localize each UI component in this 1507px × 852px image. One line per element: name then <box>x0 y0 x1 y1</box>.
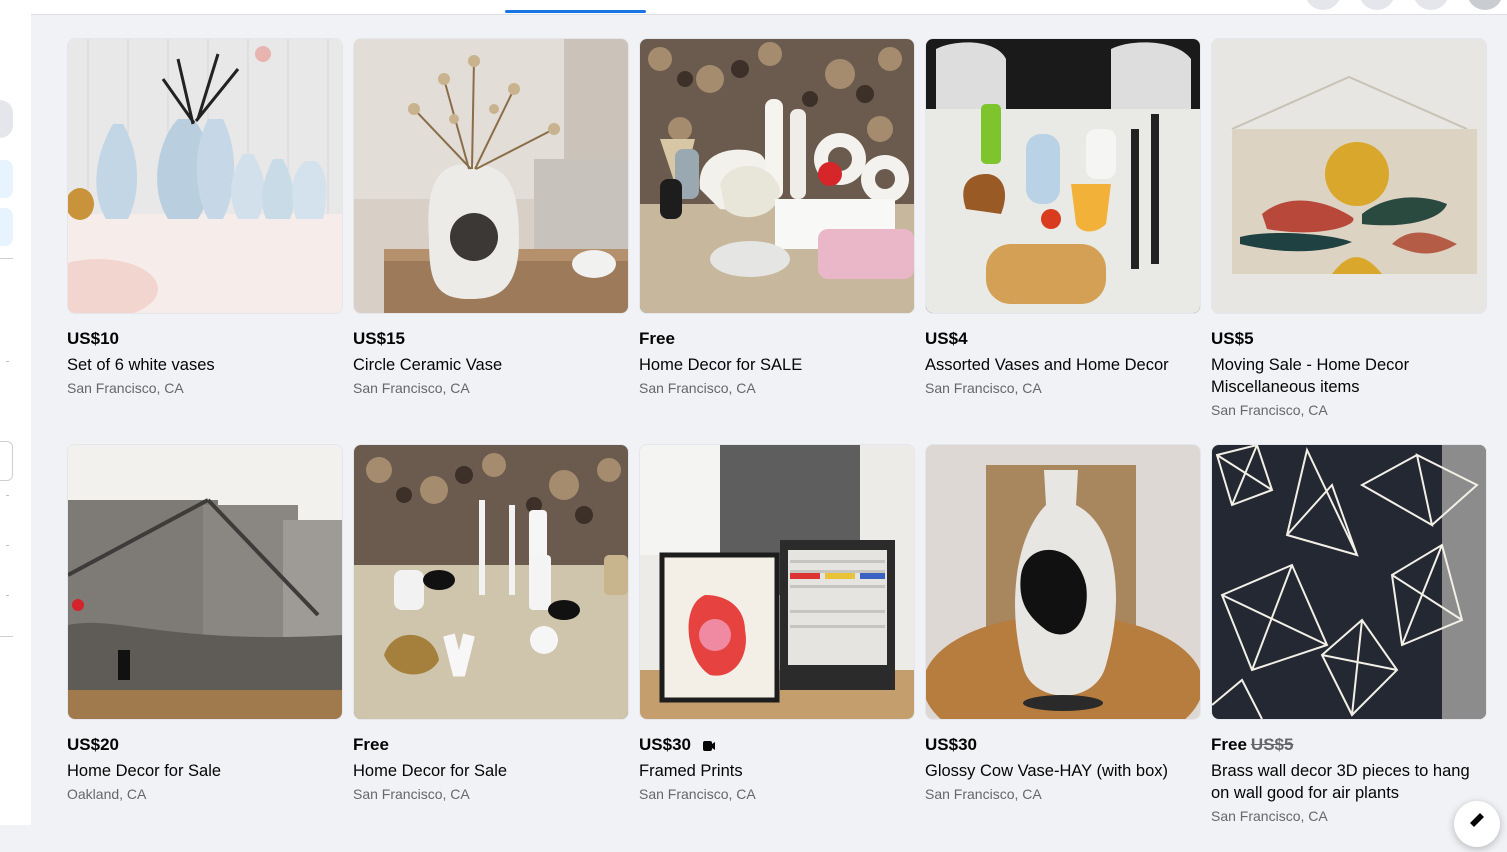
listing-location: Oakland, CA <box>67 786 147 802</box>
avatar[interactable] <box>1467 0 1503 10</box>
listing-photo[interactable] <box>925 444 1201 720</box>
listing-location: San Francisco, CA <box>1211 402 1328 418</box>
listing-location: San Francisco, CA <box>925 786 1042 802</box>
listing-location: San Francisco, CA <box>1211 808 1328 824</box>
notifications-icon[interactable] <box>1413 0 1449 10</box>
listing-card[interactable]: US$5 Moving Sale - Home Decor Miscellane… <box>1211 38 1487 420</box>
sidebar <box>0 14 31 825</box>
listing-location: San Francisco, CA <box>639 380 756 396</box>
listing-location: San Francisco, CA <box>353 380 470 396</box>
listing-photo[interactable] <box>353 38 629 314</box>
listing-price: US$30 <box>925 735 977 754</box>
listing-title: Framed Prints <box>639 762 743 780</box>
listing-title: Home Decor for Sale <box>353 762 508 780</box>
menu-icon[interactable] <box>1305 0 1341 10</box>
listing-price: Free <box>1211 735 1247 754</box>
listing-price: Free <box>353 735 389 754</box>
listing-title: Home Decor for Sale <box>67 762 222 780</box>
active-tab-indicator <box>505 10 646 13</box>
listing-photo[interactable] <box>1211 444 1487 720</box>
sidebar-search[interactable] <box>0 100 13 138</box>
video-icon <box>702 740 715 751</box>
listing-original-price: US$5 <box>1250 735 1294 754</box>
listing-card[interactable]: US$20 Home Decor for Sale Oakland, CA <box>67 444 343 804</box>
listing-card[interactable]: US$30 Framed Prints San Francisco, CA <box>639 444 915 804</box>
listing-price: US$20 <box>67 735 119 754</box>
listing-price: Free <box>639 329 675 348</box>
listing-title: Circle Ceramic Vase <box>353 356 503 374</box>
listing-title: Glossy Cow Vase-HAY (with box) <box>925 762 1168 780</box>
sidebar-divider <box>0 636 13 637</box>
listing-photo[interactable] <box>1211 38 1487 314</box>
sidebar-item-browse-all[interactable] <box>0 160 13 198</box>
listing-title: Assorted Vases and Home Decor <box>925 356 1169 374</box>
listing-card[interactable]: Free US$5 Brass wall decor 3D pieces to h… <box>1211 444 1487 826</box>
listing-card[interactable]: Free Home Decor for Sale San Francisco, … <box>353 444 629 804</box>
listing-title: Brass wall decor 3D pieces to hang on wa… <box>1211 762 1470 802</box>
listing-price: US$5 <box>1211 329 1254 348</box>
listing-photo[interactable] <box>639 444 915 720</box>
listing-card[interactable]: US$10 Set of 6 white vases San Francisco… <box>67 38 343 398</box>
listing-price: US$30 <box>639 735 691 754</box>
sidebar-divider <box>0 258 13 259</box>
listing-photo[interactable] <box>67 444 343 720</box>
sidebar-create-listing-button[interactable] <box>0 441 13 481</box>
sidebar-item-marker <box>6 545 9 546</box>
sidebar-item-marker <box>6 495 9 496</box>
messenger-icon[interactable] <box>1359 0 1395 10</box>
listing-photo[interactable] <box>639 38 915 314</box>
listing-location: San Francisco, CA <box>67 380 184 396</box>
listing-photo[interactable] <box>67 38 343 314</box>
listing-card[interactable]: US$30 Glossy Cow Vase-HAY (with box) San… <box>925 444 1201 804</box>
compose-message-button[interactable] <box>1454 801 1500 847</box>
sidebar-item-marker <box>6 595 9 596</box>
sidebar-item-notifications[interactable] <box>0 208 13 246</box>
listing-price: US$10 <box>67 329 119 348</box>
top-navigation-bar <box>0 0 1507 15</box>
edit-icon <box>1470 813 1484 827</box>
listing-card[interactable]: Free Home Decor for SALE San Francisco, … <box>639 38 915 398</box>
listing-title: Home Decor for SALE <box>639 356 803 374</box>
listing-photo[interactable] <box>353 444 629 720</box>
listing-card[interactable]: US$15 Circle Ceramic Vase San Francisco,… <box>353 38 629 398</box>
listing-location: San Francisco, CA <box>639 786 756 802</box>
listing-photo[interactable] <box>925 38 1201 314</box>
listing-price: US$4 <box>925 329 968 348</box>
listing-location: San Francisco, CA <box>925 380 1042 396</box>
sidebar-item-marker <box>6 361 9 362</box>
listing-title: Set of 6 white vases <box>67 356 215 374</box>
listing-location: San Francisco, CA <box>353 786 470 802</box>
listing-title: Moving Sale - Home Decor Miscellaneous i… <box>1211 356 1410 396</box>
listing-price: US$15 <box>353 329 405 348</box>
listing-card[interactable]: US$4 Assorted Vases and Home Decor San F… <box>925 38 1201 398</box>
